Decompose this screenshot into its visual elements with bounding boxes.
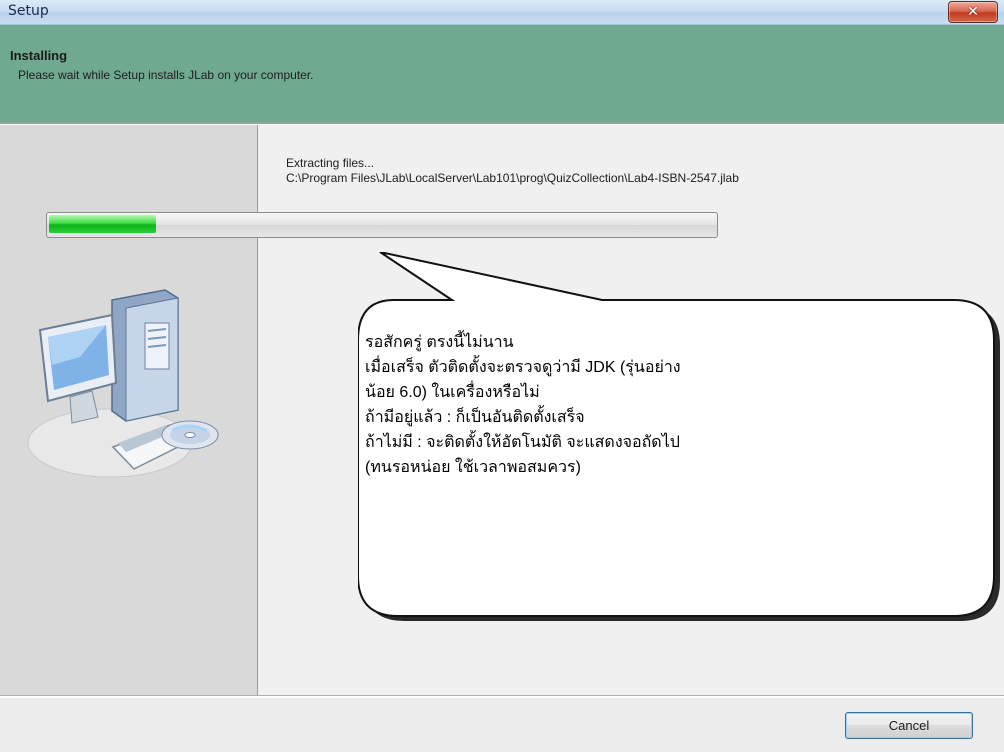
- callout-line: (ทนรอหน่อย ใช้เวลาพอสมควร): [365, 459, 581, 476]
- close-button[interactable]: ✕: [948, 1, 998, 23]
- callout-line: รอสักครู่ ตรงนี้ไม่นาน: [365, 334, 514, 351]
- status-text: Extracting files...: [286, 156, 375, 170]
- callout-line: น้อย 6.0) ในเครื่องหรือไม่: [365, 384, 540, 401]
- title-bar[interactable]: Setup ✕: [0, 0, 1004, 25]
- setup-window: Setup ✕ Installing Please wait while Set…: [0, 0, 1004, 752]
- close-icon: ✕: [967, 4, 979, 20]
- window-title: Setup: [8, 3, 49, 19]
- header-subtitle: Please wait while Setup installs JLab on…: [18, 68, 314, 82]
- callout-line: ถ้ามีอยู่แล้ว : ก็เป็นอันติดตั้งเสร็จ: [365, 409, 585, 426]
- current-file-path: C:\Program Files\JLab\LocalServer\Lab101…: [286, 171, 739, 185]
- footer-divider: [0, 696, 1004, 698]
- side-panel: [0, 125, 258, 695]
- header-title: Installing: [10, 48, 68, 63]
- computer-install-icon: [27, 289, 219, 478]
- cancel-button[interactable]: Cancel: [845, 712, 973, 739]
- callout-line: ถ้าไม่มี : จะติดตั้งให้อัตโนมัติ จะแสดงจ…: [365, 434, 680, 451]
- callout-line: เมื่อเสร็จ ตัวติดตั้งจะตรวจดูว่ามี JDK (…: [365, 359, 681, 376]
- progress-fill: [49, 215, 156, 233]
- installer-header: Installing Please wait while Setup insta…: [0, 25, 1004, 123]
- callout-text: รอสักครู่ ตรงนี้ไม่นาน เมื่อเสร็จ ตัวติด…: [365, 330, 939, 480]
- install-progress-bar: [46, 212, 718, 238]
